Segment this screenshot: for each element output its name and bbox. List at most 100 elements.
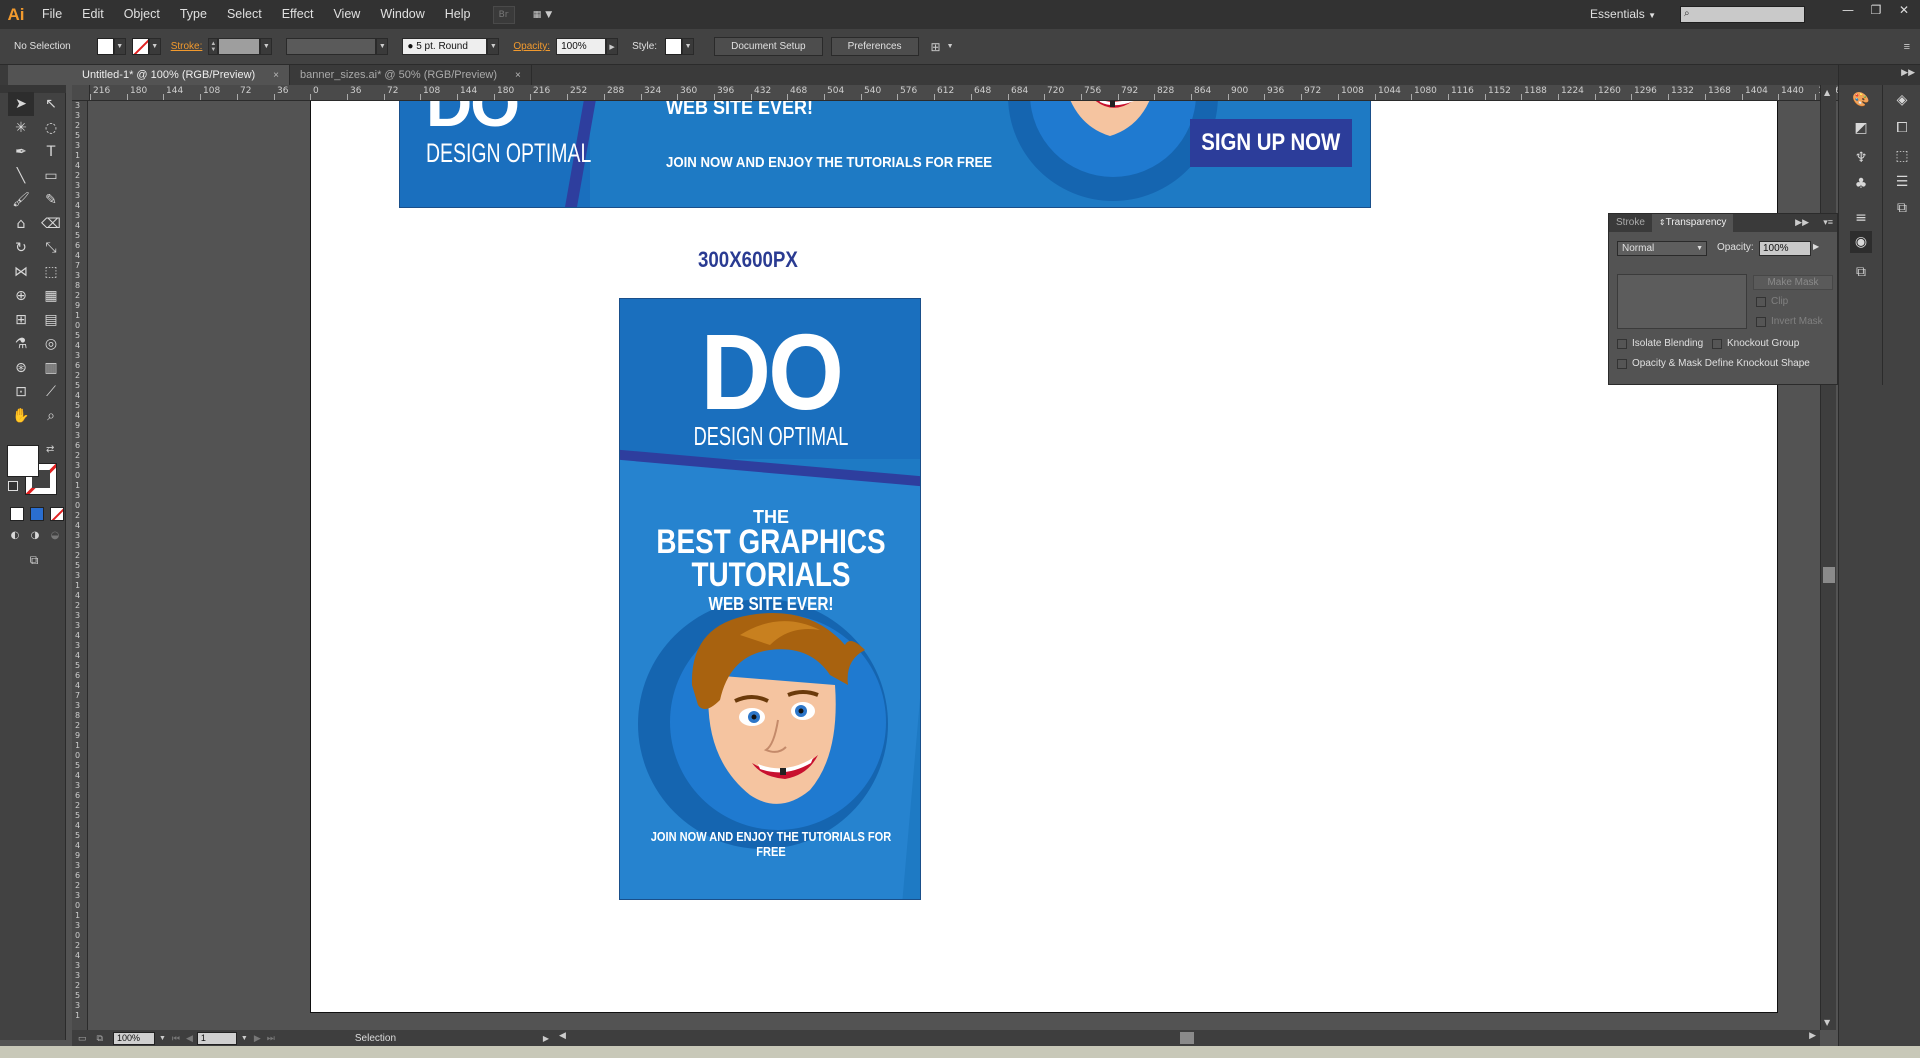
blob-brush-tool-icon[interactable]: ⌂ [8,212,34,236]
perspective-grid-tool-icon[interactable]: ▦ [38,284,64,308]
stroke-dropdown[interactable]: ▼ [148,38,161,55]
opacity-slider-arrow[interactable]: ▶ [1813,242,1819,251]
menu-object[interactable]: Object [114,0,170,29]
scroll-up-icon[interactable]: ▲ [1824,88,1830,97]
style-swatch[interactable] [665,38,683,55]
menu-help[interactable]: Help [435,0,481,29]
eyedropper-tool-icon[interactable]: ⚗ [8,332,34,356]
default-colors-icon[interactable] [8,481,18,491]
document-setup-button[interactable]: Document Setup [714,37,823,56]
collapse-dock-icon[interactable]: ▶▶ [1901,68,1915,78]
chevron-down-icon[interactable]: ▼ [947,43,954,50]
tab-transparency[interactable]: ⇕Transparency [1651,214,1734,232]
scroll-left-icon[interactable]: ◀ [559,1031,566,1041]
line-tool-icon[interactable]: ╲ [8,164,34,188]
transform-icon[interactable]: ⬚ [1891,145,1913,167]
slice-tool-icon[interactable]: ⟋ [38,380,64,404]
brushes-icon[interactable]: ♆ [1850,147,1872,169]
align-icon[interactable]: ☰ [1891,171,1913,193]
artboard[interactable]: DO DESIGN OPTIMAL WEB SITE EVER! JOIN NO… [310,101,1778,1013]
swap-colors-icon[interactable]: ⇄ [46,444,54,455]
menu-window[interactable]: Window [370,0,434,29]
last-artboard-icon[interactable]: ⏭ [267,1033,275,1044]
chevron-down-icon[interactable]: ▼ [159,1035,166,1042]
pen-tool-icon[interactable]: ✒ [8,140,34,164]
vertical-scroll-thumb[interactable] [1823,567,1835,583]
free-transform-tool-icon[interactable]: ⬚ [38,260,64,284]
zoom-tool-icon[interactable]: ⌕ [38,404,64,428]
brush-definition[interactable]: ● 5 pt. Round [402,38,488,55]
eraser-tool-icon[interactable]: ⌫ [38,212,64,236]
hand-tool-icon[interactable]: ✋ [8,404,34,428]
opacity-label[interactable]: Opacity: [513,41,550,52]
pencil-tool-icon[interactable]: ✎ [38,188,64,212]
appearance-icon[interactable]: ⧉ [1850,261,1872,283]
fill-dropdown[interactable]: ▼ [113,38,126,55]
invert-mask-checkbox[interactable]: Invert Mask [1756,316,1823,327]
artboards-icon[interactable]: ⧠ [1891,117,1913,139]
menu-edit[interactable]: Edit [72,0,114,29]
opacity-field[interactable]: 100% [556,38,607,55]
graph-tool-icon[interactable]: ▥ [38,356,64,380]
half-page-banner[interactable]: DO DESIGN OPTIMAL THE BEST GRAPHICS TUTO… [619,298,921,900]
dock-header[interactable]: ▶▶ [1839,65,1920,85]
status-icon-b[interactable]: ⧉ [97,1033,103,1044]
artboard-tool-icon[interactable]: ⊡ [8,380,34,404]
status-tool-label[interactable]: Selection [355,1033,396,1044]
menu-view[interactable]: View [323,0,370,29]
mesh-tool-icon[interactable]: ⊞ [8,308,34,332]
draw-inside-icon[interactable]: ◒ [46,527,64,543]
restore-button[interactable]: ❐ [1862,0,1890,20]
panel-menu-icon[interactable]: ▾≡ [1823,217,1833,228]
transparency-panel-icon[interactable]: ◉ [1850,231,1872,253]
menu-type[interactable]: Type [170,0,217,29]
gradient-mode-icon[interactable] [30,507,44,521]
profile-dropdown[interactable]: ▼ [376,38,389,55]
close-icon[interactable]: × [515,70,521,81]
close-icon[interactable]: × [273,70,279,81]
fill-swatch[interactable] [96,38,114,55]
blend-tool-icon[interactable]: ◎ [38,332,64,356]
none-mode-icon[interactable] [50,507,64,521]
blend-mode-select[interactable]: Normal ▼ [1617,241,1707,256]
arrange-documents-button[interactable]: ▦ ▼ [525,6,561,24]
horizontal-scrollbar[interactable]: ◀ ▶ [555,1030,1820,1046]
menu-effect[interactable]: Effect [272,0,324,29]
stroke-panel-icon[interactable]: ≡ [1850,207,1872,229]
first-artboard-icon[interactable]: ⏮ [172,1033,180,1044]
status-icon-a[interactable]: ▭ [78,1033,87,1044]
gradient-tool-icon[interactable]: ▤ [38,308,64,332]
vertical-ruler[interactable]: 3325314233434564738291054362545493623013… [72,101,88,1030]
minimize-button[interactable]: — [1834,0,1862,20]
color-icon[interactable]: ◩ [1850,117,1872,139]
color-mode-icon[interactable] [10,507,24,521]
scroll-down-icon[interactable]: ▼ [1824,1018,1830,1027]
rotate-tool-icon[interactable]: ↻ [8,236,34,260]
rectangle-tool-icon[interactable]: ▭ [38,164,64,188]
pathfinder-icon[interactable]: ⧉ [1891,197,1913,219]
lasso-tool-icon[interactable]: ◌ [38,116,64,140]
shape-builder-tool-icon[interactable]: ⊕ [8,284,34,308]
stroke-swatch[interactable] [131,38,149,55]
status-menu-arrow-icon[interactable]: ▶ [543,1034,549,1043]
screen-mode-icon[interactable]: ⧉ [22,551,46,569]
variable-width-profile[interactable] [286,38,377,55]
opacity-arrow[interactable]: ▶ [606,38,619,55]
make-mask-button[interactable]: Make Mask [1753,275,1833,290]
preferences-button[interactable]: Preferences [830,37,919,56]
next-artboard-icon[interactable]: ▶ [254,1033,261,1044]
stroke-weight-dropdown[interactable]: ▼ [260,38,273,55]
scale-tool-icon[interactable]: ⤡ [38,236,64,260]
horizontal-ruler[interactable]: 216 180 144 108 72 36 0 36 72 108 144 180 216 252 288 3… [90,85,1850,101]
width-tool-icon[interactable]: ⋈ [8,260,34,284]
tab-stroke[interactable]: Stroke [1609,214,1652,232]
tab-untitled-1[interactable]: Untitled-1* @ 100% (RGB/Preview) × [72,65,291,85]
opacity-mask-knockout-checkbox[interactable]: Opacity & Mask Define Knockout Shape [1617,358,1810,369]
symbol-sprayer-tool-icon[interactable]: ⊛ [8,356,34,380]
leaderboard-banner[interactable]: DO DESIGN OPTIMAL WEB SITE EVER! JOIN NO… [399,101,1371,208]
menu-file[interactable]: File [32,0,72,29]
brush-dropdown[interactable]: ▼ [487,38,500,55]
symbols-icon[interactable]: ♣ [1850,173,1872,195]
isolate-blending-checkbox[interactable]: Isolate Blending [1617,338,1703,349]
style-dropdown[interactable]: ▼ [682,38,695,55]
